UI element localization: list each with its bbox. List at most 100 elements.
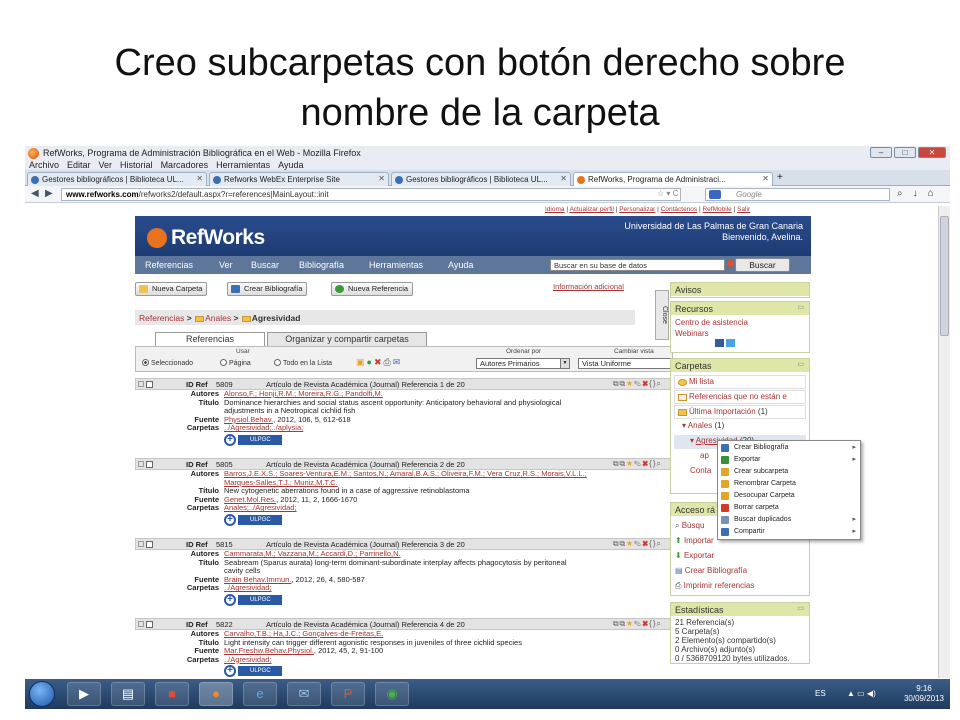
link-webinars[interactable]: Webinars	[675, 328, 805, 339]
menu-ayuda-rw[interactable]: Ayuda	[448, 260, 473, 270]
ctx-crear-subcarpeta[interactable]: Crear subcarpeta	[718, 466, 860, 478]
internet-explorer-icon[interactable]: e	[243, 682, 277, 706]
search-bar[interactable]: Google	[705, 188, 890, 201]
crear-bibliografia-button[interactable]: Crear Bibliografía	[227, 282, 308, 296]
quick-exportar[interactable]: ⬇ Exportar	[675, 548, 805, 563]
link-centro-asistencia[interactable]: Centro de asistencia	[675, 317, 805, 328]
menu-herramientas-rw[interactable]: Herramientas	[369, 260, 423, 270]
advanced-search-icon[interactable]	[727, 260, 734, 267]
link-refmobile[interactable]: RefMobile	[702, 206, 731, 213]
facebook-icon[interactable]	[715, 339, 724, 347]
menu-archivo[interactable]: Archivo	[29, 160, 59, 170]
media-player-icon[interactable]: ▶	[67, 682, 101, 706]
search-go-icon[interactable]: ⌕	[897, 188, 903, 199]
reference-checkbox[interactable]	[146, 621, 153, 628]
menu-buscar[interactable]: Buscar	[251, 260, 279, 270]
reference-actions-icons[interactable]: ⧉⧉★✎✖{}⌕	[613, 379, 662, 389]
radio-pagina[interactable]: Página	[220, 359, 251, 367]
folder-mi-lista[interactable]: Mi lista	[674, 375, 806, 389]
nueva-referencia-button[interactable]: Nueva Referencia	[331, 282, 414, 296]
maximize-button[interactable]: □	[894, 147, 916, 158]
menu-historial[interactable]: Historial	[120, 160, 153, 170]
tab-close-icon[interactable]: ✕	[378, 174, 385, 183]
ulpgc-link-button[interactable]: + ULPGC	[224, 513, 282, 526]
breadcrumb-root[interactable]: Referencias	[139, 313, 184, 323]
breadcrumb-parent[interactable]: Anales	[205, 313, 231, 323]
panel-carpetas-header[interactable]: Carpetas	[675, 361, 712, 371]
reference-checkbox[interactable]	[146, 461, 153, 468]
scrollbar-thumb[interactable]	[940, 216, 949, 336]
expand-icon[interactable]	[138, 541, 144, 547]
reference-source-link[interactable]: Physiol.Behav.	[224, 416, 273, 424]
start-button[interactable]	[29, 681, 55, 707]
menu-marcadores[interactable]: Marcadores	[161, 160, 209, 170]
firefox-taskbar-icon[interactable]: ●	[199, 682, 233, 706]
home-icon[interactable]: ⌂	[928, 188, 934, 199]
pdf-reader-icon[interactable]: ■	[155, 682, 189, 706]
menu-referencias[interactable]: Referencias	[145, 260, 193, 270]
tab-referencias[interactable]: Referencias	[155, 332, 265, 346]
link-actualizar-perfil[interactable]: Actualizar perfil	[569, 206, 613, 213]
expand-icon[interactable]	[138, 381, 144, 387]
menu-ver-rw[interactable]: Ver	[219, 260, 233, 270]
new-tab-icon[interactable]: +	[777, 172, 783, 183]
refworks-search-input[interactable]: Buscar en su base de datos	[550, 259, 725, 271]
tab-close-icon[interactable]: ✕	[560, 174, 567, 183]
reference-folders[interactable]: ../Agresividad;../aplysia;	[224, 424, 644, 433]
url-bar[interactable]: www.refworks.com/refworks2/default.aspx?…	[61, 188, 681, 201]
tab-webex[interactable]: Refworks WebEx Enterprise Site ✕	[209, 172, 389, 186]
twitter-icon[interactable]	[726, 339, 736, 347]
toolbar-action-icons[interactable]: ▣●✖⎙✉	[356, 357, 402, 368]
ctx-renombrar-carpeta[interactable]: Renombrar Carpeta	[718, 478, 860, 490]
tab-organizar-compartir[interactable]: Organizar y compartir carpetas	[267, 332, 427, 346]
tab-close-icon[interactable]: ✕	[762, 174, 769, 183]
ulpgc-link-button[interactable]: + ULPGC	[224, 665, 282, 678]
reference-actions-icons[interactable]: ⧉⧉★✎✖{}⌕	[613, 619, 662, 629]
clock[interactable]: 9:16 30/09/2013	[904, 684, 944, 704]
link-idioma[interactable]: Idioma	[545, 206, 565, 213]
outlook-icon[interactable]: ✉	[287, 682, 321, 706]
reference-folders[interactable]: Anales;../Agresividad;	[224, 504, 644, 513]
ctx-compartir[interactable]: Compartir ▸	[718, 526, 860, 538]
close-window-button[interactable]: ✕	[918, 147, 946, 158]
reference-actions-icons[interactable]: ⧉⧉★✎✖{}⌕	[613, 459, 662, 469]
menu-bibliografia[interactable]: Bibliografía	[299, 260, 344, 270]
expand-icon[interactable]	[138, 621, 144, 627]
collapse-icon[interactable]: ▭	[797, 303, 804, 311]
quick-imprimir[interactable]: ⎙ Imprimir referencias	[675, 578, 805, 593]
ctx-buscar-duplicados[interactable]: Buscar duplicados ▸	[718, 514, 860, 526]
tab-close-icon[interactable]: ✕	[196, 174, 203, 183]
menu-ayuda[interactable]: Ayuda	[278, 160, 303, 170]
collapse-icon[interactable]: ▭	[797, 360, 804, 368]
tab-refworks[interactable]: RefWorks, Programa de Administraci... ✕	[573, 172, 773, 186]
order-select[interactable]: Autores Primarios ▼	[476, 358, 570, 369]
reference-authors[interactable]: Cammarata,M.; Vazzana,M.; Accardi,D.; Pa…	[224, 550, 644, 559]
reference-authors[interactable]: Barros,J.E.X.S.; Soares-Ventura,E.M.; Sa…	[224, 470, 644, 479]
collapse-icon[interactable]: ▭	[797, 604, 804, 612]
page-scrollbar[interactable]	[938, 206, 950, 678]
refworks-search-button[interactable]: Buscar	[735, 258, 790, 272]
file-explorer-icon[interactable]: ▤	[111, 682, 145, 706]
reference-source-link[interactable]: Genet.Mol.Res.	[224, 496, 276, 504]
quick-crear-bibliografia[interactable]: ▤ Crear Bibliografía	[675, 563, 805, 578]
forward-icon[interactable]: ▶	[45, 188, 53, 199]
ctx-crear-bibliografia[interactable]: Crear Bibliografía ▸	[718, 442, 860, 454]
reference-folders[interactable]: ../Agresividad;	[224, 584, 644, 593]
ulpgc-link-button[interactable]: + ULPGC	[224, 593, 282, 606]
panel-acceso-header[interactable]: Acceso rá	[675, 505, 715, 515]
radio-seleccionado[interactable]: Seleccionado	[142, 359, 193, 367]
ctx-desocupar-carpeta[interactable]: Desocupar Carpeta	[718, 490, 860, 502]
menu-herramientas[interactable]: Herramientas	[216, 160, 270, 170]
reference-authors[interactable]: Carvalho,T.B.; Ha,J.C.; Gonçalves-de-Fre…	[224, 630, 644, 639]
bookmark-star-icon[interactable]: ☆ ▾ C	[657, 189, 678, 198]
powerpoint-icon[interactable]: P	[331, 682, 365, 706]
reference-authors[interactable]: Alonso,F.; Honji,R.M.; Moreira,R.G.; Pan…	[224, 390, 644, 399]
radio-todo-lista[interactable]: Todo en la Lista	[274, 359, 332, 367]
panel-avisos-header[interactable]: Avisos	[671, 283, 809, 296]
menu-editar[interactable]: Editar	[67, 160, 91, 170]
close-panel-tab[interactable]: Close	[655, 290, 669, 340]
nueva-carpeta-button[interactable]: Nueva Carpeta	[135, 282, 208, 296]
reference-folders[interactable]: ../Agresividad;	[224, 656, 644, 665]
sharepoint-icon[interactable]: ◉	[375, 682, 409, 706]
downloads-icon[interactable]: ↓	[913, 188, 918, 199]
